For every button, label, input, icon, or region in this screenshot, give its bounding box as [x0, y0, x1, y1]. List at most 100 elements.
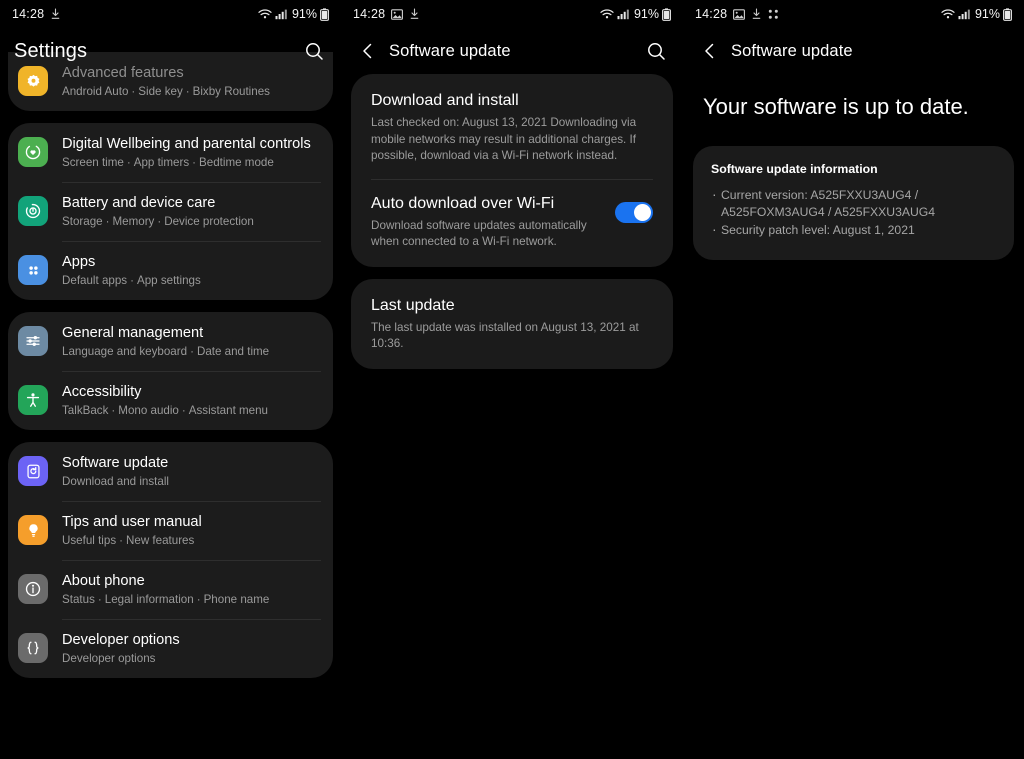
- settings-row-subtitle-part: Date and time: [196, 345, 270, 358]
- status-bar-2: 14:28 91%: [341, 0, 683, 28]
- software-update-icon: [18, 456, 48, 486]
- download-and-install-body: Last checked on: August 13, 2021 Downloa…: [371, 116, 637, 162]
- software-update-information-card: Software update information Current vers…: [693, 146, 1014, 260]
- settings-row-title: Accessibility: [62, 384, 142, 400]
- settings-row[interactable]: Developer options Developer options: [8, 619, 333, 678]
- settings-row-subtitle: Developer options: [62, 651, 317, 667]
- settings-row-subtitle: Screen time · App timers · Bedtime mode: [62, 156, 274, 169]
- settings-row-subtitle: Status · Legal information · Phone name: [62, 593, 270, 606]
- auto-download-wifi-row[interactable]: Auto download over Wi-Fi Download softwa…: [351, 178, 673, 265]
- software-update-header-2: Software update: [341, 28, 683, 74]
- settings-group: Software update Download and install Tips …: [8, 442, 333, 678]
- accessibility-icon: [18, 385, 48, 415]
- apps-icon: [18, 255, 48, 285]
- advanced-features-icon: [18, 66, 48, 96]
- settings-row[interactable]: Battery and device care Storage · Memory · De…: [8, 182, 333, 241]
- settings-row-subtitle: Language and keyboard · Date and time: [62, 345, 270, 358]
- settings-row-title: Developer options: [62, 632, 180, 648]
- back-icon[interactable]: [355, 38, 381, 64]
- settings-row-title: Apps: [62, 254, 96, 270]
- settings-row-title: Software update: [62, 455, 169, 471]
- settings-row[interactable]: General management Language and keyboard ·…: [8, 312, 333, 371]
- settings-row-subtitle-part: New features: [126, 534, 195, 547]
- settings-row-subtitle: Download and install: [62, 474, 317, 490]
- digital-wellbeing-icon: [18, 137, 48, 167]
- settings-row-subtitle-part: Download and install: [62, 475, 169, 488]
- last-update-title: Last update: [371, 296, 455, 314]
- status-bar-1: 14:28 91%: [0, 0, 341, 28]
- settings-row-subtitle-part: Language and keyboard: [62, 345, 188, 358]
- settings-row[interactable]: Tips and user manual Useful tips · New feat…: [8, 501, 333, 560]
- settings-row-title: About phone: [62, 573, 145, 589]
- signal-icon: [958, 8, 970, 20]
- info-card-heading: Software update information: [711, 162, 878, 176]
- settings-row-title: Tips and user manual: [62, 514, 202, 530]
- search-icon[interactable]: [643, 38, 669, 64]
- settings-row[interactable]: About phone Status · Legal information · Phon…: [8, 560, 333, 619]
- settings-list[interactable]: Advanced features Android Auto · Side key · B…: [0, 52, 341, 678]
- settings-row-text: Digital Wellbeing and parental controls S…: [62, 134, 317, 171]
- info-item-list: Current version: A525FXXU3AUG4 / A525FOX…: [711, 186, 996, 239]
- page-title: Software update: [731, 41, 853, 60]
- settings-row-text: Developer options Developer options: [62, 630, 317, 667]
- up-to-date-message: Your software is up to date.: [703, 94, 969, 119]
- image-icon: [391, 8, 404, 20]
- battery-percent: 91%: [291, 7, 317, 21]
- settings-row-subtitle-part: Bedtime mode: [199, 156, 274, 169]
- developer-options-icon: [18, 633, 48, 663]
- settings-row-subtitle-part: App settings: [136, 274, 201, 287]
- settings-row-text: Tips and user manual Useful tips · New feat…: [62, 512, 317, 549]
- settings-row-subtitle-part: Screen time: [62, 156, 124, 169]
- settings-group: Advanced features Android Auto · Side key · B…: [8, 52, 333, 111]
- settings-row-title: General management: [62, 325, 204, 341]
- phone-screen-up-to-date: 14:28 91% Software update Your software …: [683, 0, 1024, 759]
- info-item: Security patch level: August 1, 2021: [711, 221, 996, 239]
- settings-row-subtitle-part: Storage: [62, 215, 103, 228]
- three-phone-screenshots: 14:28 91% Settings Advanced features And…: [0, 0, 1024, 759]
- settings-row-subtitle: Storage · Memory · Device protection: [62, 215, 254, 228]
- settings-row[interactable]: Accessibility TalkBack · Mono audio · Assista…: [8, 371, 333, 430]
- settings-row-text: About phone Status · Legal information · Phon…: [62, 571, 317, 608]
- general-management-icon: [18, 326, 48, 356]
- settings-row-subtitle: Useful tips · New features: [62, 534, 195, 547]
- settings-row-subtitle-part: Status: [62, 593, 95, 606]
- battery-icon: [1003, 7, 1012, 21]
- settings-row-subtitle-part: Memory: [112, 215, 155, 228]
- settings-row[interactable]: Apps Default apps · App settings: [8, 241, 333, 300]
- settings-row[interactable]: Software update Download and install: [8, 442, 333, 501]
- battery-percent: 91%: [974, 7, 1000, 21]
- signal-icon: [275, 8, 287, 20]
- settings-row-subtitle-part: Mono audio: [118, 404, 179, 417]
- wifi-icon: [258, 8, 272, 20]
- status-bar-clock: 14:28: [695, 7, 728, 21]
- auto-download-toggle[interactable]: [615, 201, 653, 223]
- settings-row-subtitle-part: Useful tips: [62, 534, 117, 547]
- image-icon: [733, 8, 746, 20]
- settings-row[interactable]: Digital Wellbeing and parental controls S…: [8, 123, 333, 182]
- update-settings-card: Download and install Last checked on: Au…: [351, 74, 673, 267]
- apps-grid-icon: [768, 9, 779, 20]
- settings-row[interactable]: Advanced features Android Auto · Side key · B…: [8, 52, 333, 111]
- battery-percent: 91%: [633, 7, 659, 21]
- settings-row-subtitle-part: Phone name: [203, 593, 270, 606]
- signal-icon: [617, 8, 629, 20]
- auto-download-title: Auto download over Wi-Fi: [371, 194, 555, 212]
- settings-row-subtitle-part: Bixby Routines: [192, 85, 270, 98]
- wifi-icon: [941, 8, 955, 20]
- settings-row-title: Battery and device care: [62, 195, 216, 211]
- settings-row-subtitle: TalkBack · Mono audio · Assistant menu: [62, 404, 269, 417]
- settings-row-subtitle-part: Legal information: [104, 593, 194, 606]
- status-bar-clock: 14:28: [12, 7, 45, 21]
- download-and-install-row[interactable]: Download and install Last checked on: Au…: [351, 76, 673, 179]
- settings-row-subtitle-part: Side key: [138, 85, 183, 98]
- tips-icon: [18, 515, 48, 545]
- battery-icon: [320, 7, 329, 21]
- settings-row-text: Apps Default apps · App settings: [62, 252, 317, 289]
- settings-row-title: Digital Wellbeing and parental controls: [62, 136, 311, 152]
- settings-row-subtitle-part: App timers: [133, 156, 190, 169]
- page-title: Software update: [389, 41, 511, 60]
- info-item: Current version: A525FXXU3AUG4 / A525FOX…: [711, 186, 996, 221]
- download-and-install-title: Download and install: [371, 92, 519, 109]
- back-icon[interactable]: [697, 38, 723, 64]
- battery-device-care-icon: [18, 196, 48, 226]
